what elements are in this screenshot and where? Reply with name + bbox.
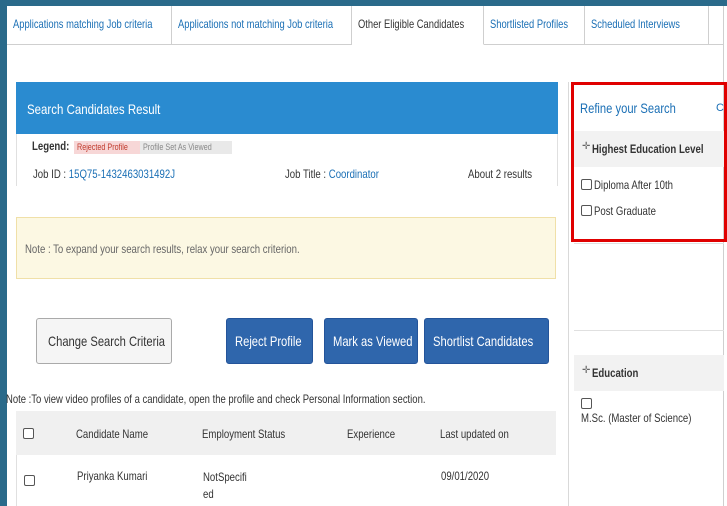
change-search-criteria-button[interactable]: Change Search Criteria — [36, 318, 172, 364]
tab-not-matching[interactable]: Applications not matching Job criteria — [172, 6, 352, 44]
select-all-checkbox[interactable] — [23, 428, 34, 439]
tab-scheduled-interviews[interactable]: Scheduled Interviews — [585, 6, 709, 44]
column-experience: Experience — [347, 427, 396, 441]
search-note: Note : To expand your search results, re… — [16, 217, 556, 279]
candidate-name-link[interactable]: Priyanka Kumari — [77, 469, 165, 483]
filter-option[interactable]: M.Sc. (Master of Science) — [581, 397, 727, 425]
highlight-box — [571, 82, 727, 242]
refine-panel-border — [568, 82, 569, 506]
job-id: Job ID : 15Q75-1432463031492J — [33, 167, 175, 181]
reject-profile-button[interactable]: Reject Profile — [226, 318, 313, 364]
column-employment-status: Employment Status — [202, 427, 286, 441]
column-last-updated: Last updated on — [440, 427, 509, 441]
legend-viewed-badge: Profile Set As Viewed — [140, 141, 232, 154]
chevron-down-icon: ✛ — [582, 365, 591, 376]
mark-as-viewed-button[interactable]: Mark as Viewed — [324, 318, 418, 364]
tab-matching[interactable]: Applications matching Job criteria — [7, 6, 172, 44]
shortlist-candidates-button[interactable]: Shortlist Candidates — [424, 318, 549, 364]
right-divider — [723, 6, 724, 506]
results-header: Search Candidates Result — [16, 82, 558, 134]
tab-bar: Applications matching Job criteria Appli… — [7, 6, 723, 45]
option-checkbox[interactable] — [581, 398, 592, 410]
legend-rejected-badge: Rejected Profile — [74, 141, 144, 154]
results-count: About 2 results — [468, 167, 533, 181]
left-border — [0, 0, 7, 506]
section-education[interactable]: ✛ Education — [574, 355, 724, 391]
employment-status: NotSpecifi ed — [203, 470, 247, 501]
row-checkbox[interactable] — [24, 475, 35, 486]
video-profile-note: Note :To view video profiles of a candid… — [6, 392, 426, 406]
section-divider — [574, 243, 724, 244]
legend-label: Legend: — [32, 139, 70, 153]
table-header: Candidate Name Employment Status Experie… — [16, 411, 556, 455]
job-title: Job Title : Coordinator — [285, 167, 379, 181]
column-candidate-name: Candidate Name — [76, 427, 149, 441]
last-updated-value: 09/01/2020 — [441, 469, 490, 483]
section-divider — [574, 330, 724, 331]
table-row: Priyanka Kumari NotSpecifi ed 09/01/2020 — [16, 455, 557, 506]
tab-other-eligible[interactable]: Other Eligible Candidates — [352, 6, 484, 45]
results-title: Search Candidates Result — [27, 101, 161, 117]
tab-shortlisted[interactable]: Shortlisted Profiles — [484, 6, 585, 44]
